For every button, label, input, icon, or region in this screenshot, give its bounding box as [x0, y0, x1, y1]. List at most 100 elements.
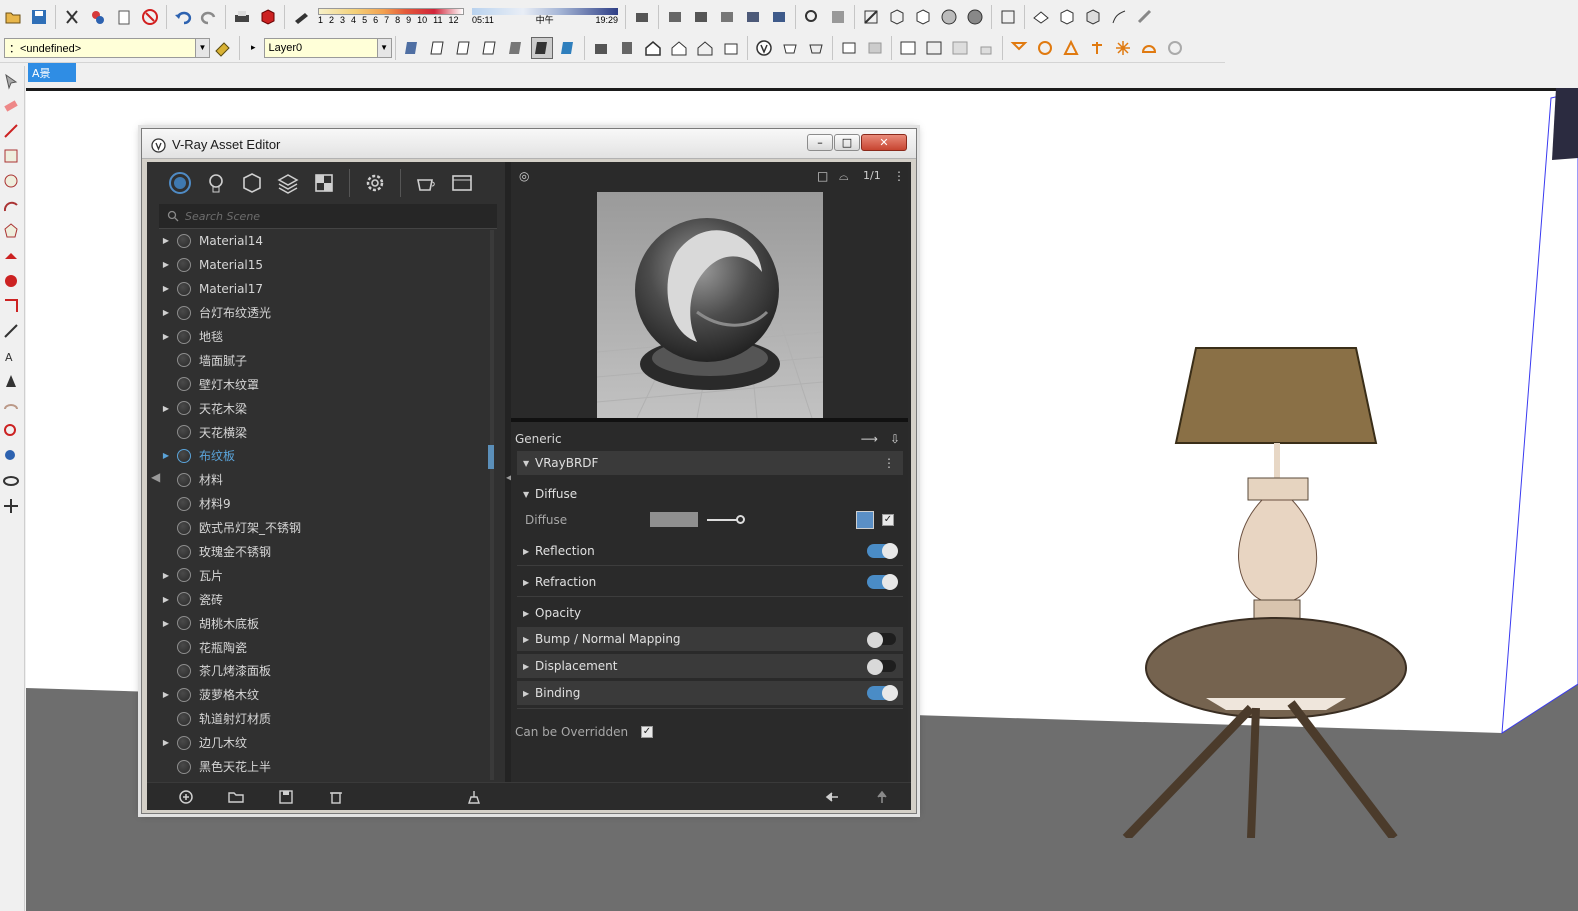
- shaded-icon[interactable]: [938, 6, 960, 28]
- undo-icon[interactable]: [172, 6, 194, 28]
- dome-light-icon[interactable]: [1138, 37, 1160, 59]
- delete-icon[interactable]: [327, 789, 345, 805]
- expand-arrow-icon[interactable]: ▶: [159, 690, 173, 699]
- list-item[interactable]: 欧式吊灯架_不锈钢: [159, 516, 489, 540]
- list-item[interactable]: 玫瑰金不锈钢: [159, 540, 489, 564]
- preview-object-icon[interactable]: □: [817, 169, 828, 183]
- house-4-icon[interactable]: [720, 37, 742, 59]
- list-item[interactable]: ▶ 地毯: [159, 325, 489, 349]
- offset-icon[interactable]: [1, 296, 21, 316]
- expand-arrow-icon[interactable]: ▶: [159, 332, 173, 341]
- select-icon[interactable]: [1, 71, 21, 91]
- list-item[interactable]: 轨道射灯材质: [159, 707, 489, 731]
- polygon-icon[interactable]: [1, 221, 21, 241]
- zoom-extents-icon[interactable]: [1, 446, 21, 466]
- look-around-icon[interactable]: [1, 471, 21, 491]
- expand-arrow-icon[interactable]: ▶: [159, 738, 173, 747]
- rect-light-icon[interactable]: [1008, 37, 1030, 59]
- view-front-icon[interactable]: [1082, 6, 1104, 28]
- copy-icon[interactable]: [87, 6, 109, 28]
- open-icon[interactable]: [2, 6, 24, 28]
- list-item[interactable]: 壁灯木纹罩: [159, 372, 489, 396]
- vray-settings-2-icon[interactable]: [864, 37, 886, 59]
- close-button[interactable]: ✕: [861, 134, 907, 151]
- override-checkbox[interactable]: ✓: [641, 726, 653, 738]
- render-elements-icon[interactable]: [273, 168, 303, 198]
- sandbox-1-icon[interactable]: [664, 6, 686, 28]
- vraybrdf-section[interactable]: ▼ VRayBRDF ⋮: [517, 451, 903, 475]
- view-right-icon[interactable]: [1108, 6, 1130, 28]
- expand-arrow-icon[interactable]: ▶: [159, 236, 173, 245]
- expand-arrow-icon[interactable]: ▶: [159, 619, 173, 628]
- texture-slot-icon[interactable]: [856, 511, 874, 529]
- list-item[interactable]: ▶ 台灯布纹透光: [159, 301, 489, 325]
- render-teapot-icon[interactable]: [411, 168, 441, 198]
- list-item[interactable]: ▶ Material14: [159, 229, 489, 253]
- model-info-icon[interactable]: [257, 6, 279, 28]
- extension-icon[interactable]: [616, 37, 638, 59]
- face-style-5-icon[interactable]: [505, 37, 527, 59]
- sandbox-2-icon[interactable]: [690, 6, 712, 28]
- opacity-section[interactable]: ▶ Opacity: [517, 601, 903, 625]
- binding-toggle[interactable]: [867, 685, 898, 701]
- layer-paint-icon[interactable]: [212, 37, 234, 59]
- walk-icon[interactable]: [1, 496, 21, 516]
- create-asset-icon[interactable]: [177, 789, 195, 805]
- textured-icon[interactable]: [964, 6, 986, 28]
- textures-icon[interactable]: [309, 168, 339, 198]
- expand-arrow-icon[interactable]: ▶: [159, 260, 173, 269]
- settings-gear-icon[interactable]: [360, 168, 390, 198]
- push-pull-icon[interactable]: [1, 246, 21, 266]
- section-display-icon[interactable]: [827, 6, 849, 28]
- xray-icon[interactable]: [860, 6, 882, 28]
- diffuse-slider-thumb[interactable]: [736, 515, 745, 524]
- paint-bucket-icon[interactable]: [1, 371, 21, 391]
- components-icon[interactable]: [631, 6, 653, 28]
- diffuse-color-swatch[interactable]: [650, 512, 698, 527]
- maximize-button[interactable]: □: [834, 134, 860, 151]
- list-item[interactable]: ▶ Material15: [159, 253, 489, 277]
- face-style-7-icon[interactable]: [557, 37, 579, 59]
- save-icon[interactable]: [28, 6, 50, 28]
- up-arrow-icon[interactable]: [873, 789, 891, 805]
- mesh-light-icon[interactable]: [1164, 37, 1186, 59]
- displacement-section[interactable]: ▶ Displacement: [517, 654, 903, 678]
- list-item[interactable]: ▶ 菠萝格木纹: [159, 683, 489, 707]
- list-item-selected[interactable]: ▶ 布纹板: [159, 444, 489, 468]
- list-scrollbar[interactable]: [490, 230, 494, 780]
- shadow-month-slider[interactable]: 1 2 3 4 5 6 7 8 9 10 11 12: [318, 4, 464, 30]
- list-item[interactable]: 墙面腻子: [159, 348, 489, 372]
- displacement-toggle[interactable]: [867, 659, 897, 675]
- vray-logo-icon[interactable]: [753, 37, 775, 59]
- expand-arrow-icon[interactable]: ▶: [159, 451, 173, 460]
- paste-icon[interactable]: [113, 6, 135, 28]
- reflection-toggle[interactable]: [867, 543, 898, 559]
- frame-buffer-icon[interactable]: [447, 168, 477, 198]
- rectangle-icon[interactable]: [1, 146, 21, 166]
- list-item[interactable]: ▶ 胡桃木底板: [159, 611, 489, 635]
- refraction-toggle[interactable]: [867, 574, 898, 590]
- open-file-icon[interactable]: [227, 789, 245, 805]
- list-item[interactable]: ▶ 边几木纹: [159, 731, 489, 755]
- eraser-icon[interactable]: [1, 96, 21, 116]
- expand-arrow-icon[interactable]: ▶: [159, 571, 173, 580]
- window-titlebar[interactable]: V-Ray Asset Editor – □ ✕: [142, 129, 916, 159]
- vfb-icon[interactable]: [838, 37, 860, 59]
- view-top-icon[interactable]: [1056, 6, 1078, 28]
- ies-light-icon[interactable]: [1086, 37, 1108, 59]
- line-icon[interactable]: [1, 121, 21, 141]
- materials-icon[interactable]: [165, 168, 195, 198]
- minimize-button[interactable]: –: [807, 134, 833, 151]
- sandbox-3-icon[interactable]: [716, 6, 738, 28]
- face-style-6-icon[interactable]: [530, 36, 553, 59]
- preview-scene-icon[interactable]: ◎: [519, 169, 529, 183]
- purge-unused-icon[interactable]: [465, 789, 483, 805]
- scene-tab[interactable]: A景: [28, 63, 76, 82]
- text-icon[interactable]: A: [1, 346, 21, 366]
- bump-toggle[interactable]: [867, 632, 897, 648]
- zoom-icon[interactable]: [1, 421, 21, 441]
- cut-icon[interactable]: [61, 6, 83, 28]
- vray-interactive-icon[interactable]: [805, 37, 827, 59]
- list-item[interactable]: 天花横梁: [159, 420, 489, 444]
- geometry-icon[interactable]: [237, 168, 267, 198]
